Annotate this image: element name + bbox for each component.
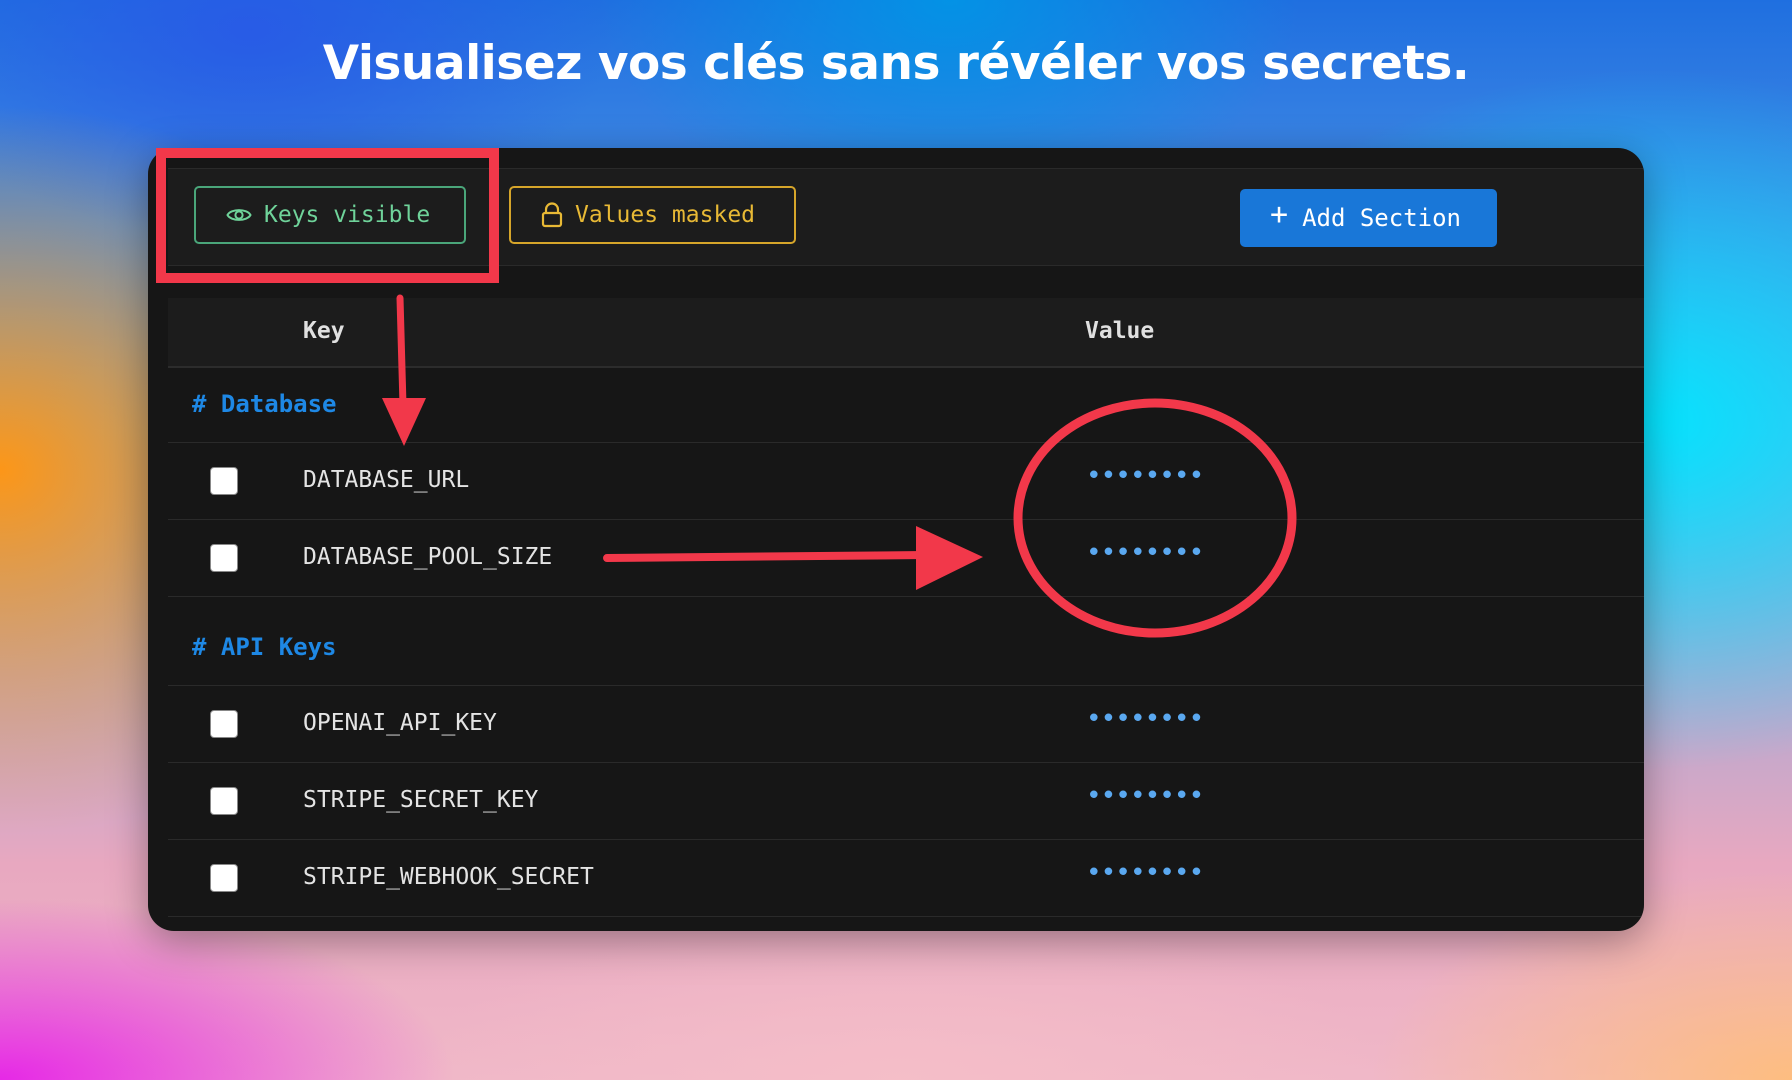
values-masked-label: Values masked — [575, 202, 756, 228]
table-row: STRIPE_WEBHOOK_SECRET •••••••• — [168, 840, 1644, 917]
section-label: # API Keys — [192, 633, 337, 661]
row-checkbox[interactable] — [210, 787, 238, 815]
lock-icon — [541, 202, 563, 228]
masked-value: •••••••• — [1086, 704, 1204, 734]
table-row: DATABASE_URL •••••••• — [168, 443, 1644, 520]
env-key: OPENAI_API_KEY — [303, 710, 497, 736]
column-header-value: Value — [1085, 318, 1155, 344]
keys-visible-toggle[interactable]: Keys visible — [194, 186, 466, 244]
env-key: STRIPE_SECRET_KEY — [303, 787, 539, 813]
toolbar: Keys visible Values masked + Add Section — [168, 168, 1644, 266]
values-masked-toggle[interactable]: Values masked — [509, 186, 796, 244]
row-checkbox[interactable] — [210, 864, 238, 892]
masked-value: •••••••• — [1086, 538, 1204, 568]
row-checkbox[interactable] — [210, 467, 238, 495]
env-editor-panel: Keys visible Values masked + Add Section… — [148, 148, 1644, 931]
masked-value: •••••••• — [1086, 461, 1204, 491]
masked-value: •••••••• — [1086, 858, 1204, 888]
add-section-button[interactable]: + Add Section — [1240, 189, 1497, 247]
section-header-database: # Database — [168, 368, 1644, 443]
env-key: DATABASE_POOL_SIZE — [303, 544, 553, 570]
eye-icon — [226, 209, 252, 221]
table-row: STRIPE_SECRET_KEY •••••••• — [168, 763, 1644, 840]
row-checkbox[interactable] — [210, 544, 238, 572]
section-header-api-keys: # API Keys — [168, 611, 1644, 686]
add-section-label: Add Section — [1302, 204, 1462, 232]
headline: Visualisez vos clés sans révéler vos sec… — [322, 36, 1470, 91]
env-key: DATABASE_URL — [303, 467, 470, 493]
row-checkbox[interactable] — [210, 710, 238, 738]
env-key: STRIPE_WEBHOOK_SECRET — [303, 864, 594, 890]
env-table-body: # Database DATABASE_URL •••••••• DATABAS… — [168, 368, 1644, 917]
table-header: Key Value — [168, 298, 1644, 368]
table-row: DATABASE_POOL_SIZE •••••••• — [168, 520, 1644, 597]
keys-visible-label: Keys visible — [264, 202, 431, 228]
table-row: OPENAI_API_KEY •••••••• — [168, 686, 1644, 763]
section-label: # Database — [192, 390, 337, 418]
column-header-key: Key — [303, 318, 345, 344]
plus-icon: + — [1270, 197, 1289, 232]
masked-value: •••••••• — [1086, 781, 1204, 811]
